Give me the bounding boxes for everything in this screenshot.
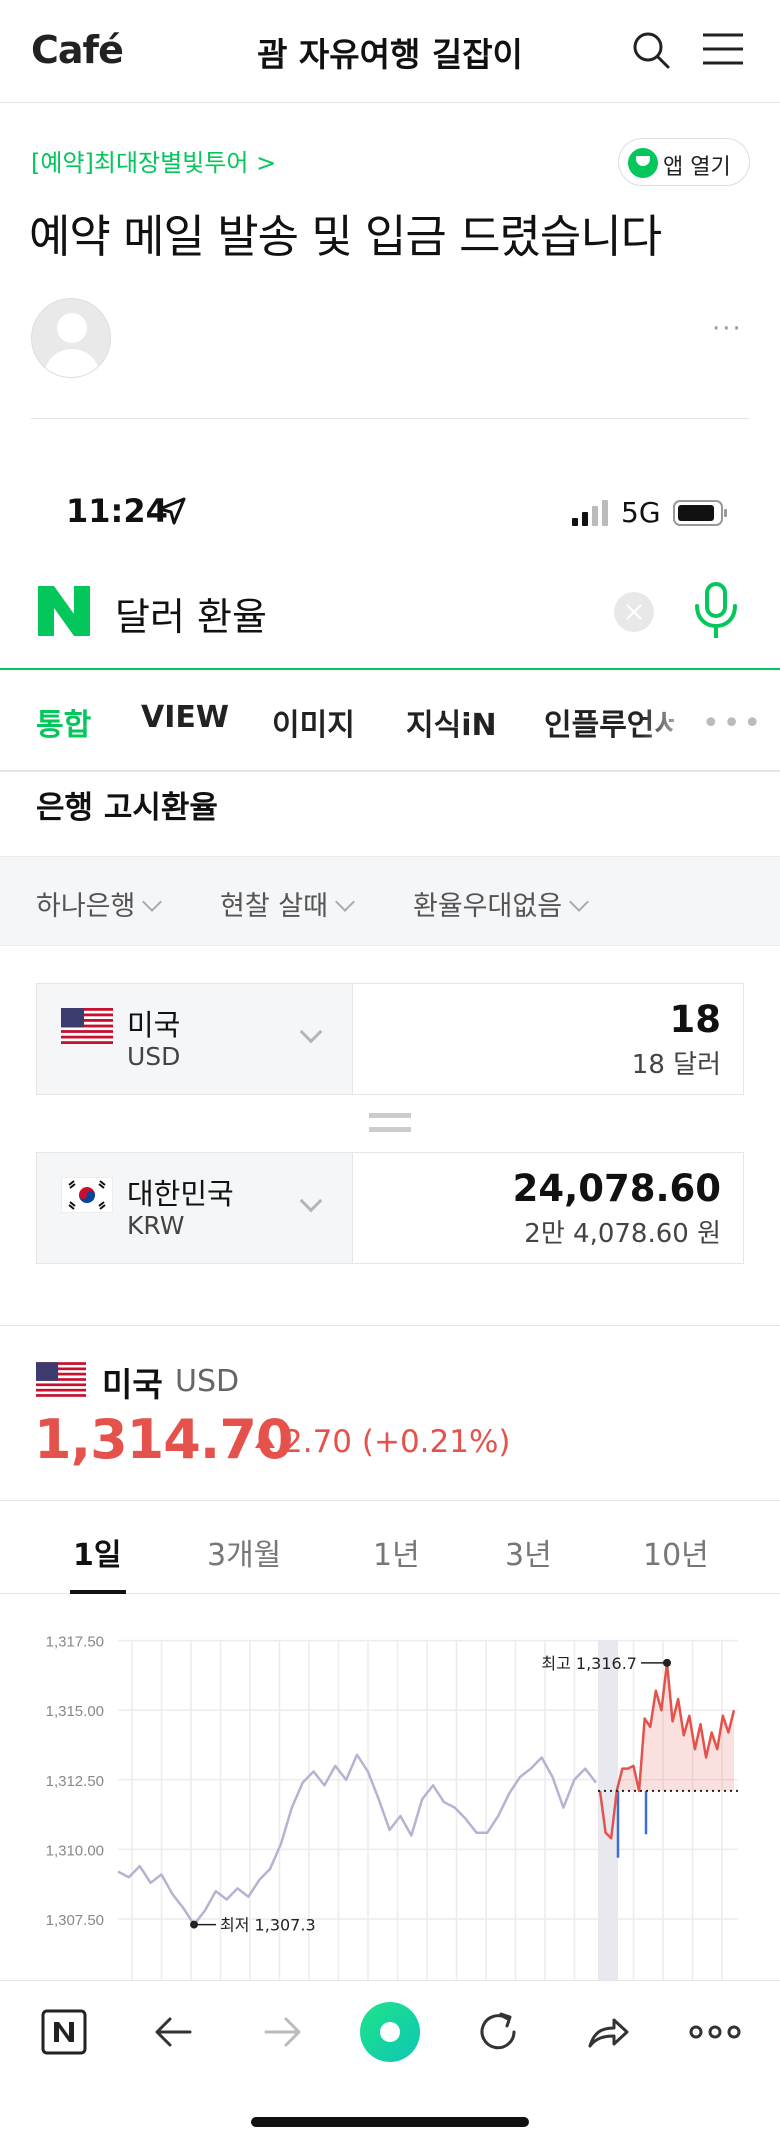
equals-icon (369, 1113, 411, 1133)
tab-more-icon[interactable]: ••• (702, 706, 764, 741)
to-code: KRW (127, 1211, 185, 1240)
y-tick-label: 1,312.50 (46, 1773, 104, 1790)
chevron-down-icon (569, 892, 589, 912)
article-title: 예약 메일 발송 및 입금 드렸습니다 (29, 210, 662, 263)
microphone-icon[interactable] (692, 582, 740, 640)
tab-knowledge-in[interactable]: 지식iN (406, 700, 497, 744)
menu-icon[interactable] (702, 32, 744, 66)
y-tick-label: 1,307.50 (46, 1912, 104, 1929)
search-input[interactable]: 달러 환율 (115, 586, 267, 641)
period-3m[interactable]: 3개월 (207, 1530, 281, 1574)
author-avatar[interactable] (31, 298, 111, 378)
period-3y[interactable]: 3년 (505, 1530, 552, 1574)
tab-view[interactable]: VIEW (141, 700, 229, 735)
chevron-down-icon (299, 1020, 323, 1044)
search-icon[interactable] (631, 30, 671, 70)
period-1d[interactable]: 1일 (73, 1530, 121, 1574)
cafe-header: Café 괌 자유여행 길잡이 (0, 0, 780, 103)
home-indicator (251, 2117, 529, 2127)
from-amount-input[interactable]: 18 (670, 998, 722, 1041)
forward-arrow-icon[interactable] (258, 2008, 306, 2056)
period-1y[interactable]: 1년 (373, 1530, 420, 1574)
up-triangle-icon (255, 1432, 275, 1448)
min-label: 최저 1,307.3 (220, 1916, 316, 1935)
filter-bank-label: 하나은행 (36, 891, 136, 922)
chevron-down-icon (142, 892, 163, 912)
kr-flag-icon (61, 1177, 113, 1213)
filter-bank[interactable]: 하나은행 (36, 884, 163, 923)
article-more-icon[interactable]: ··· (712, 314, 743, 344)
tab-fade (640, 690, 700, 750)
filter-trade-type[interactable]: 현찰 살때 (220, 884, 355, 923)
board-category-link[interactable]: [예약]최대장별빛투어 > (31, 143, 276, 178)
signal-icon (572, 500, 608, 526)
divider (31, 418, 749, 419)
chevron-down-icon (335, 892, 355, 912)
refresh-icon[interactable] (474, 2008, 522, 2056)
clear-search-button[interactable] (614, 592, 654, 632)
series-area-current (600, 1662, 734, 1791)
tab-integrated[interactable]: 통합 (36, 700, 91, 744)
exchange-rate: 1,314.70 (34, 1408, 293, 1471)
location-arrow-icon (158, 497, 186, 525)
naver-logo-icon[interactable] (38, 586, 90, 636)
currency-select-from[interactable]: 미국 USD (37, 984, 353, 1094)
max-label: 최고 1,316.7 (541, 1654, 637, 1673)
filter-preference-label: 환율우대없음 (413, 891, 563, 922)
tab-images[interactable]: 이미지 (272, 700, 355, 744)
y-tick-label: 1,315.00 (46, 1703, 104, 1720)
naver-home-icon[interactable] (40, 2008, 88, 2056)
to-country: 대한민국 (127, 1177, 234, 1211)
cafe-app-icon (628, 148, 658, 178)
period-underline (70, 1590, 126, 1594)
currency-select-to[interactable]: 대한민국 KRW (37, 1153, 353, 1263)
battery-icon (673, 500, 727, 526)
chevron-down-icon (299, 1189, 323, 1213)
divider (0, 1325, 780, 1326)
filter-preference[interactable]: 환율우대없음 (413, 884, 589, 923)
y-tick-label: 1,310.00 (46, 1842, 104, 1859)
more-icon[interactable] (688, 2008, 742, 2056)
converter-to: 대한민국 KRW 24,078.60 2만 4,078.60 원 (36, 1152, 744, 1264)
period-10y[interactable]: 10년 (643, 1530, 709, 1574)
rate-country: 미국 (102, 1365, 163, 1404)
rate-chart[interactable]: 1,317.50 1,315.00 1,312.50 1,310.00 1,307.50… (0, 1600, 780, 1980)
us-flag-icon (36, 1362, 86, 1397)
status-time: 11:24 (66, 492, 168, 530)
rate-change: 2.70 (+0.21%) (283, 1424, 511, 1460)
y-tick-label: 1,317.50 (46, 1634, 104, 1651)
converter-from: 미국 USD 18 18 달러 (36, 983, 744, 1095)
from-code: USD (127, 1042, 181, 1071)
to-amount: 24,078.60 (512, 1167, 721, 1210)
network-label: 5G (621, 496, 661, 529)
section-title: 은행 고시환율 (36, 790, 218, 826)
rate-code: USD (175, 1364, 240, 1399)
us-flag-icon (61, 1008, 113, 1044)
from-amount-text: 18 달러 (631, 1050, 721, 1080)
filter-trade-type-label: 현찰 살때 (220, 891, 328, 922)
from-country: 미국 (127, 1008, 181, 1042)
share-icon[interactable] (584, 2008, 632, 2056)
app-open-label: 앱 열기 (663, 155, 731, 180)
to-amount-text: 2만 4,078.60 원 (524, 1219, 721, 1249)
back-arrow-icon[interactable] (150, 2008, 198, 2056)
app-open-button[interactable]: 앱 열기 (618, 138, 750, 186)
green-dot-icon[interactable] (358, 2000, 422, 2064)
